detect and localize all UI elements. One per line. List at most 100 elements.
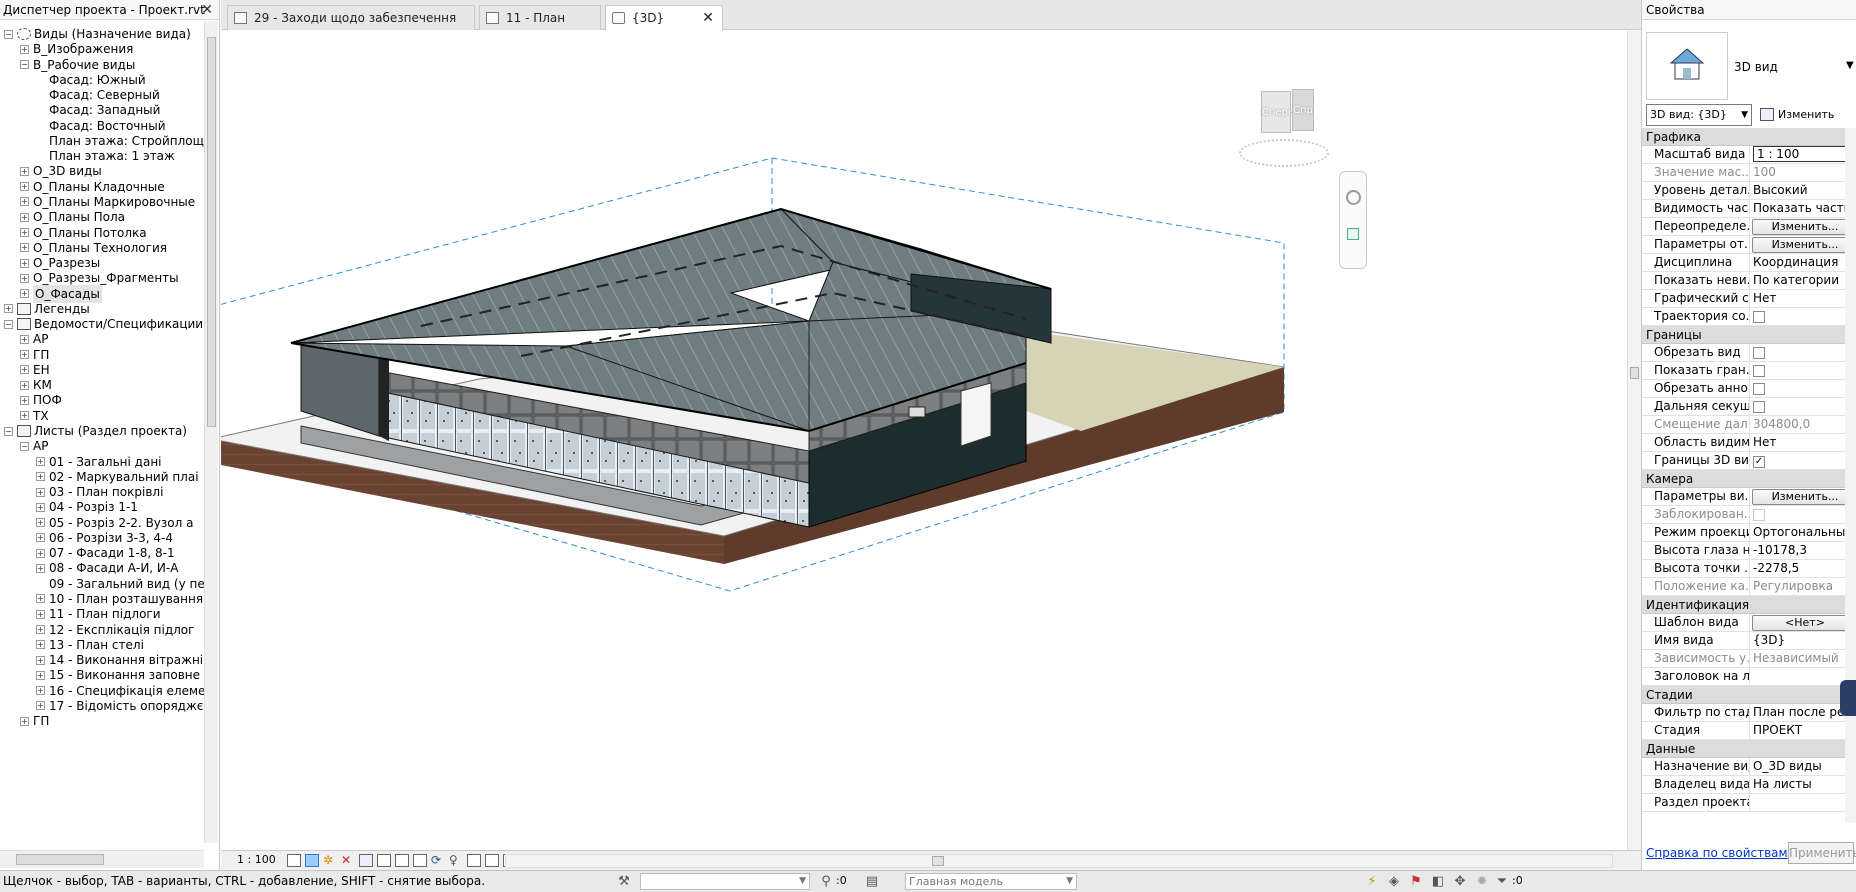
tree-vertical-scrollbar[interactable] — [204, 21, 218, 843]
reveal-hidden-icon[interactable]: ♀ — [449, 854, 463, 867]
background-process-icon[interactable]: ✹ — [1474, 874, 1490, 889]
property-checkbox[interactable] — [1753, 347, 1765, 359]
expand-icon[interactable]: + — [20, 365, 29, 375]
expand-icon[interactable]: + — [36, 472, 45, 482]
property-value[interactable]: Изменить... — [1750, 218, 1856, 235]
scrollbar-thumb[interactable] — [207, 37, 216, 427]
close-icon[interactable]: ✕ — [201, 0, 213, 20]
expand-icon[interactable]: + — [20, 289, 29, 299]
workset-dropdown[interactable]: ▼ — [640, 873, 810, 890]
property-edit-button[interactable]: Изменить... — [1752, 237, 1856, 253]
tab-sheet-29[interactable]: 29 - Заходи щодо забезпечення н... — [227, 5, 475, 49]
expand-icon[interactable]: + — [36, 670, 45, 680]
property-value[interactable] — [1750, 362, 1856, 379]
analytical-model-icon[interactable] — [467, 854, 481, 867]
editable-only-icon[interactable]: ⚲ — [818, 874, 834, 889]
crop-region-icon[interactable] — [395, 854, 409, 867]
resize-handle[interactable] — [1840, 680, 1856, 716]
tree-node[interactable]: + ГП — [20, 712, 49, 730]
expand-icon[interactable]: + — [20, 212, 29, 222]
zoom-icon[interactable] — [1347, 228, 1359, 240]
property-value[interactable] — [1750, 308, 1856, 325]
type-selector-preview[interactable] — [1646, 32, 1728, 100]
property-value[interactable]: По категории — [1750, 272, 1856, 289]
property-value[interactable]: Показать части — [1750, 200, 1856, 217]
collapse-icon[interactable]: − — [20, 60, 29, 70]
property-value[interactable]: ПРОЕКТ — [1750, 722, 1856, 739]
expand-icon[interactable]: + — [36, 502, 45, 512]
view-cube-face-right[interactable]: Справа — [1292, 89, 1314, 131]
expand-icon[interactable]: + — [20, 411, 29, 421]
select-links-icon[interactable]: ⚡ — [1364, 874, 1380, 889]
select-underlay-icon[interactable]: ◈ — [1386, 874, 1402, 889]
property-value[interactable] — [1750, 398, 1856, 415]
scrollbar-thumb[interactable] — [16, 854, 104, 865]
expand-icon[interactable]: + — [20, 716, 29, 726]
property-group-header[interactable]: Стадии⌃ — [1642, 686, 1856, 704]
workset-icon[interactable]: ⚒ — [616, 874, 632, 889]
view-scale[interactable]: 1 : 100 — [237, 853, 276, 866]
expand-icon[interactable]: + — [36, 686, 45, 696]
property-group-header[interactable]: Данные⌃ — [1642, 740, 1856, 758]
expand-icon[interactable]: + — [36, 563, 45, 573]
expand-icon[interactable]: + — [20, 166, 29, 176]
shadows-icon[interactable]: ✕ — [341, 854, 355, 867]
expand-icon[interactable]: + — [36, 457, 45, 467]
3d-viewport[interactable]: Спереди Справа — [210, 31, 1641, 850]
expand-icon[interactable]: + — [36, 655, 45, 665]
property-value[interactable]: -10178,3 — [1750, 542, 1856, 559]
expand-icon[interactable]: + — [36, 487, 45, 497]
property-value[interactable] — [1750, 794, 1856, 811]
expand-icon[interactable]: + — [36, 625, 45, 635]
expand-icon[interactable]: + — [36, 518, 45, 528]
view-cube[interactable]: Спереди Справа — [1239, 81, 1329, 171]
render-icon[interactable] — [359, 854, 373, 867]
property-group-header[interactable]: Идентификация⌃ — [1642, 596, 1856, 614]
property-edit-button[interactable]: Изменить... — [1752, 219, 1856, 235]
property-checkbox[interactable]: ✓ — [1753, 456, 1765, 468]
collapse-icon[interactable]: − — [4, 426, 13, 436]
property-value[interactable]: Нет — [1750, 434, 1856, 451]
apply-button[interactable]: Применить — [1788, 842, 1856, 864]
expand-icon[interactable]: + — [36, 548, 45, 558]
expand-icon[interactable]: + — [36, 640, 45, 650]
property-value[interactable] — [1750, 344, 1856, 361]
property-value[interactable]: Изменить... — [1750, 236, 1856, 253]
expand-icon[interactable]: + — [20, 182, 29, 192]
temporary-hide-icon[interactable]: ⟳ — [431, 854, 445, 867]
property-value[interactable]: -2278,5 — [1750, 560, 1856, 577]
tree-horizontal-scrollbar[interactable] — [0, 850, 204, 868]
property-group-header[interactable]: Графика⌃ — [1642, 128, 1856, 146]
edit-type-button[interactable]: Изменить тип — [1758, 104, 1856, 143]
expand-icon[interactable]: + — [20, 334, 29, 344]
select-by-face-icon[interactable]: ◧ — [1430, 874, 1446, 889]
property-value[interactable]: ✓ — [1750, 452, 1856, 469]
scrollbar-thumb[interactable] — [1630, 367, 1639, 379]
properties-help-link[interactable]: Справка по свойствам — [1646, 846, 1788, 860]
collapse-icon[interactable]: − — [4, 29, 13, 39]
property-value[interactable]: На листы — [1750, 776, 1856, 793]
property-value[interactable]: О_3D виды — [1750, 758, 1856, 775]
instance-selector[interactable]: 3D вид: {3D} ▼ — [1646, 104, 1752, 126]
property-checkbox[interactable] — [1753, 365, 1765, 377]
property-value[interactable]: Нет — [1750, 290, 1856, 307]
filter-icon[interactable]: ⏷ — [1494, 874, 1510, 889]
properties-vertical-scrollbar[interactable] — [1845, 128, 1856, 823]
scrollbar-thumb[interactable] — [932, 856, 944, 866]
select-pinned-icon[interactable]: ⚑ — [1408, 874, 1424, 889]
expand-icon[interactable]: + — [36, 533, 45, 543]
property-value[interactable] — [1750, 380, 1856, 397]
property-checkbox[interactable] — [1753, 383, 1765, 395]
property-edit-button[interactable]: <Нет> — [1752, 615, 1856, 631]
property-value[interactable]: 1 : 100 — [1750, 146, 1856, 163]
highlight-displacement-icon[interactable] — [485, 854, 499, 867]
property-value[interactable]: Изменить... — [1750, 488, 1856, 505]
view-cube-face-front[interactable]: Спереди — [1261, 91, 1308, 133]
viewport-vertical-scrollbar[interactable] — [1627, 31, 1641, 850]
detail-level-icon[interactable] — [287, 854, 301, 867]
expand-icon[interactable]: + — [20, 273, 29, 283]
collapse-icon[interactable]: − — [20, 441, 29, 451]
expand-icon[interactable]: + — [4, 304, 13, 314]
tree-node[interactable]: +17 - Відомість опоряджє — [36, 697, 203, 715]
property-value[interactable]: Координация — [1750, 254, 1856, 271]
